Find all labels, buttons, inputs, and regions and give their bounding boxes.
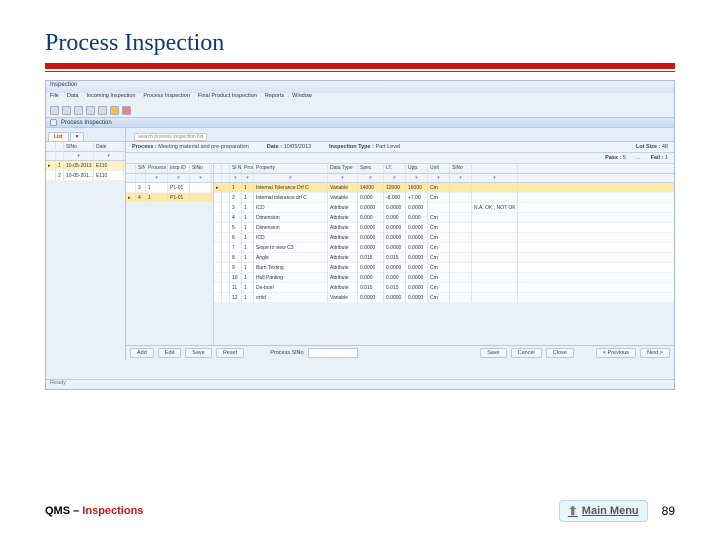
menu-reports[interactable]: Reports [265, 93, 284, 103]
main-menu-button[interactable]: ⬆ Main Menu [559, 500, 648, 522]
main-grid: Sl N. Process SlNo Property Data Type Sp… [214, 164, 674, 345]
up-arrow-icon: ⬆ [568, 504, 578, 518]
slide-footer: QMS – Inspections ⬆ Main Menu 89 [45, 500, 675, 522]
save-button[interactable]: Save [185, 348, 212, 358]
button-row: Add Edit Save Reset Process SlNo Save Ca… [126, 345, 674, 360]
menu-incoming[interactable]: Incoming Inspection [87, 93, 136, 103]
edit-button[interactable]: Edit [158, 348, 181, 358]
toolbar-play-icon[interactable] [110, 106, 119, 115]
table-row[interactable]: 3 1 P1-01 [126, 183, 213, 193]
toolbar-icon[interactable] [98, 106, 107, 115]
left-panel: List ▾ SlNo Date ▾ ▾ ▸1 10-05-2013 E110 [46, 128, 126, 360]
process-sno-label: Process SlNo [270, 350, 303, 356]
tab-other[interactable]: ▾ [70, 132, 85, 141]
footer-breadcrumb: QMS – Inspections [45, 505, 143, 517]
table-row[interactable]: 111De-burriAttribute0.0150.0150.0000Cm [214, 283, 674, 293]
table-row[interactable]: 41DimensionAttribute0.0000.0000.000Cm [214, 213, 674, 223]
search-input[interactable]: search process inspection list [134, 133, 207, 141]
close-button[interactable]: Close [546, 348, 574, 358]
table-row[interactable]: 61ICDAttribute0.00000.00000.0000Cm [214, 233, 674, 243]
add-button[interactable]: Add [130, 348, 154, 358]
mid-panel: SlNo Process SlNo Insp ID SlNo ▾ ▾ ▾ [126, 164, 214, 345]
table-row[interactable]: 2 10-05-201... E110 [46, 171, 125, 181]
table-row[interactable]: ▸4 1 P1-01 [126, 193, 213, 203]
cancel-button[interactable]: Cancel [511, 348, 542, 358]
tab-list[interactable]: List [48, 132, 69, 141]
table-row[interactable]: 81AngleAttribute0.0150.0150.0000Cm [214, 253, 674, 263]
reset-button[interactable]: Reset [216, 348, 244, 358]
table-row[interactable]: 31ICDAttribute0.00000.00000.0000N.A. OK … [214, 203, 674, 213]
table-row[interactable]: 51DimensionAttribute0.00000.00000.0000Cm [214, 223, 674, 233]
filter-icon[interactable]: ▾ [107, 153, 110, 159]
process-sno-field[interactable] [308, 348, 358, 358]
prev-button[interactable]: < Previous [596, 348, 636, 358]
toolbar-icon[interactable] [74, 106, 83, 115]
next-button[interactable]: Next > [640, 348, 670, 358]
page-number: 89 [662, 504, 675, 518]
menu-process[interactable]: Process Inspection [143, 93, 189, 103]
menu-window[interactable]: Window [292, 93, 312, 103]
toolbar-icon[interactable] [86, 106, 95, 115]
table-row[interactable]: 101Hull PantingAttribute0.0000.0000.0000… [214, 273, 674, 283]
filter-icon[interactable]: ▾ [77, 153, 80, 159]
menu-final[interactable]: Final Product Inspection [198, 93, 257, 103]
title-redbar [45, 63, 675, 69]
table-row[interactable]: 91Burn TextingAttribute0.00000.00000.000… [214, 263, 674, 273]
info-bar-2: Pass : 5 ... Fail : 1 [126, 153, 674, 164]
table-row[interactable]: ▸1 10-05-2013 E110 [46, 161, 125, 171]
app-window: Inspection File Data Incoming Inspection… [45, 80, 675, 390]
table-row[interactable]: 71Slope to view C3Attribute0.00000.00000… [214, 243, 674, 253]
table-row[interactable]: 121ortidVariable0.00000.00000.0000Cm [214, 293, 674, 303]
panel-title: Process Inspection [61, 120, 112, 126]
toolbar-icon[interactable] [50, 106, 59, 115]
left-grid-header: SlNo Date [46, 142, 125, 152]
slide-title: Process Inspection [45, 30, 675, 57]
toolbar-icon[interactable] [62, 106, 71, 115]
menu-data[interactable]: Data [67, 93, 79, 103]
toolbar-stop-icon[interactable] [122, 106, 131, 115]
window-titlebar: Inspection [46, 81, 674, 93]
statusbar: Ready [46, 379, 674, 389]
info-bar: Process : Meeting material and pre-prepa… [126, 142, 674, 153]
panel-icon [50, 119, 57, 126]
table-row[interactable]: ▸11Internal Tolerance Drf CVariable14000… [214, 183, 674, 193]
title-underline [45, 71, 675, 72]
menu-file[interactable]: File [50, 93, 59, 103]
toolbar [46, 103, 674, 117]
menubar[interactable]: File Data Incoming Inspection Process In… [46, 93, 674, 103]
right-panel: search process inspection list Process :… [126, 128, 674, 360]
panel-header: Process Inspection [46, 117, 674, 128]
save2-button[interactable]: Save [480, 348, 507, 358]
table-row[interactable]: 21Internal tolerance drf CVariable0.000-… [214, 193, 674, 203]
